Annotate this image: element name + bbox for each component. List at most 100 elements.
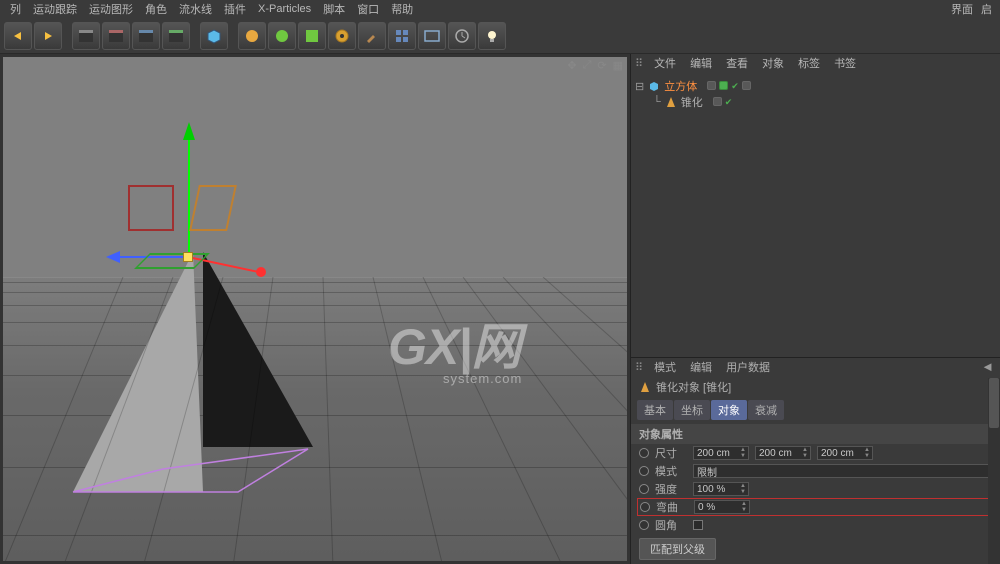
tree-label-cube[interactable]: 立方体: [664, 78, 697, 94]
viewport[interactable]: ✥ ⤢ ⟳ ▦: [0, 54, 630, 564]
vertical-scrollbar[interactable]: [988, 378, 1000, 564]
tool-gold-1[interactable]: [238, 22, 266, 50]
mode-dropdown[interactable]: 限制: [693, 464, 992, 478]
tool-gold-gear[interactable]: [328, 22, 356, 50]
attr-title: 锥化对象 [锥化]: [631, 376, 1000, 398]
tool-clapper-3[interactable]: [132, 22, 160, 50]
layer-dot-2[interactable]: [713, 97, 722, 106]
obj-tab-2[interactable]: 查看: [719, 55, 755, 71]
object-tree[interactable]: ⊟ 立方体 ✔ └ 锥化: [631, 72, 1000, 116]
scene: [3, 57, 627, 561]
row-mode: 模式 限制: [631, 462, 1000, 480]
tool-brush[interactable]: [358, 22, 386, 50]
attr-nav-arrow-icon[interactable]: ◄: [981, 359, 994, 374]
x-axis-arrow-icon[interactable]: [106, 251, 120, 263]
obj-tab-1[interactable]: 编辑: [683, 55, 719, 71]
mode-tab-object[interactable]: 对象: [711, 400, 747, 420]
viewport-move-icon[interactable]: ✥: [567, 59, 576, 72]
grid-svg: [3, 277, 630, 564]
attr-tab-2[interactable]: 用户数据: [719, 359, 777, 375]
tree-row-taper[interactable]: └ 锥化 ✔: [635, 94, 996, 110]
match-parent-button[interactable]: 匹配到父级: [639, 538, 716, 560]
menu-item-5[interactable]: 插件: [218, 1, 252, 17]
row-curve-highlighted: 弯曲 0 %▲▼: [637, 498, 994, 516]
panel-grip-icon[interactable]: ⠿: [635, 57, 643, 70]
tool-clapper-4[interactable]: [162, 22, 190, 50]
menu-item-3[interactable]: 角色: [139, 1, 173, 17]
menu-item-6[interactable]: X-Particles: [252, 3, 317, 15]
gizmo-origin[interactable]: [183, 252, 193, 262]
obj-tab-3[interactable]: 对象: [755, 55, 791, 71]
curve-field[interactable]: 0 %▲▼: [694, 500, 750, 514]
attr-tab-0[interactable]: 模式: [647, 359, 683, 375]
main-toolbar: [0, 18, 1000, 54]
tool-clapper-1[interactable]: [72, 22, 100, 50]
tool-cube[interactable]: [200, 22, 228, 50]
fillet-checkbox[interactable]: [693, 520, 703, 530]
z-axis-handle-icon[interactable]: [256, 267, 266, 277]
viewport-nav-icons[interactable]: ✥ ⤢ ⟳ ▦: [567, 59, 623, 72]
tool-undo[interactable]: [4, 22, 32, 50]
strength-field[interactable]: 100 %▲▼: [693, 482, 749, 496]
tool-grid-1[interactable]: [388, 22, 416, 50]
radio-size[interactable]: [639, 448, 649, 458]
tree-branch-icon: └: [653, 96, 661, 108]
viewport-rotate-icon[interactable]: ⟳: [597, 59, 606, 72]
taper-title-icon: [639, 381, 651, 393]
radio-curve[interactable]: [640, 502, 650, 512]
label-size: 尺寸: [655, 445, 687, 461]
tree-row-cube[interactable]: ⊟ 立方体 ✔: [635, 78, 996, 94]
taper-icon: [665, 96, 677, 108]
tool-green-1[interactable]: [268, 22, 296, 50]
menu-item-8[interactable]: 窗口: [351, 1, 385, 17]
menu-item-1[interactable]: 运动跟踪: [27, 1, 83, 17]
expand-minus-icon[interactable]: ⊟: [635, 80, 644, 93]
tool-clapper-2[interactable]: [102, 22, 130, 50]
menu-item-7[interactable]: 脚本: [317, 1, 351, 17]
radio-strength[interactable]: [639, 484, 649, 494]
attr-mode-tabs: 基本 坐标 对象 衰减: [631, 398, 1000, 422]
tool-light[interactable]: [478, 22, 506, 50]
size-y-field[interactable]: 200 cm▲▼: [755, 446, 811, 460]
mode-tab-falloff[interactable]: 衰减: [748, 400, 784, 420]
label-strength: 强度: [655, 481, 687, 497]
menu-item-2[interactable]: 运动图形: [83, 1, 139, 17]
y-axis[interactable]: [188, 137, 190, 257]
label-fillet: 圆角: [655, 517, 687, 533]
yz-plane-handle[interactable]: [128, 185, 174, 231]
menu-item-4[interactable]: 流水线: [173, 1, 218, 17]
attr-tab-1[interactable]: 编辑: [683, 359, 719, 375]
mode-tab-coord[interactable]: 坐标: [674, 400, 710, 420]
layer-dot[interactable]: [707, 81, 716, 90]
mode-tab-basic[interactable]: 基本: [637, 400, 673, 420]
object-manager: ⠿ 文件 编辑 查看 对象 标签 书签 ⊟ 立方体 ✔: [631, 54, 1000, 358]
tool-redo[interactable]: [34, 22, 62, 50]
row-size: 尺寸 200 cm▲▼ 200 cm▲▼ 200 cm▲▼: [631, 444, 1000, 462]
size-z-field[interactable]: 200 cm▲▼: [817, 446, 873, 460]
check-icon-2[interactable]: ✔: [725, 97, 733, 108]
radio-mode[interactable]: [639, 466, 649, 476]
attribute-manager: ⠿ 模式 编辑 用户数据 ◄ 锥化对象 [锥化] 基本 坐标 对象 衰减 对象属…: [631, 358, 1000, 564]
obj-tab-5[interactable]: 书签: [827, 55, 863, 71]
tool-grid-2[interactable]: [418, 22, 446, 50]
menu-item-0[interactable]: 列: [4, 1, 27, 17]
size-x-field[interactable]: 200 cm▲▼: [693, 446, 749, 460]
cube-icon: [648, 80, 660, 92]
viewport-zoom-icon[interactable]: ⤢: [583, 59, 592, 72]
y-axis-arrow-icon[interactable]: [183, 122, 195, 140]
tool-green-2[interactable]: [298, 22, 326, 50]
obj-tab-4[interactable]: 标签: [791, 55, 827, 71]
viewport-layout-icon[interactable]: ▦: [613, 59, 623, 72]
panel-grip-icon-2[interactable]: ⠿: [635, 361, 643, 374]
tree-label-taper[interactable]: 锥化: [681, 94, 703, 110]
check-icon[interactable]: ✔: [731, 81, 739, 92]
tag-dot[interactable]: [742, 81, 751, 90]
tool-clock[interactable]: [448, 22, 476, 50]
radio-fillet[interactable]: [639, 520, 649, 530]
layout-start[interactable]: 启: [977, 1, 996, 17]
menu-bar: 列 运动跟踪 运动图形 角色 流水线 插件 X-Particles 脚本 窗口 …: [0, 0, 1000, 18]
layout-label[interactable]: 界面: [947, 1, 977, 17]
obj-tab-0[interactable]: 文件: [647, 55, 683, 71]
visibility-dot[interactable]: [719, 81, 728, 90]
menu-item-9[interactable]: 帮助: [385, 1, 419, 17]
